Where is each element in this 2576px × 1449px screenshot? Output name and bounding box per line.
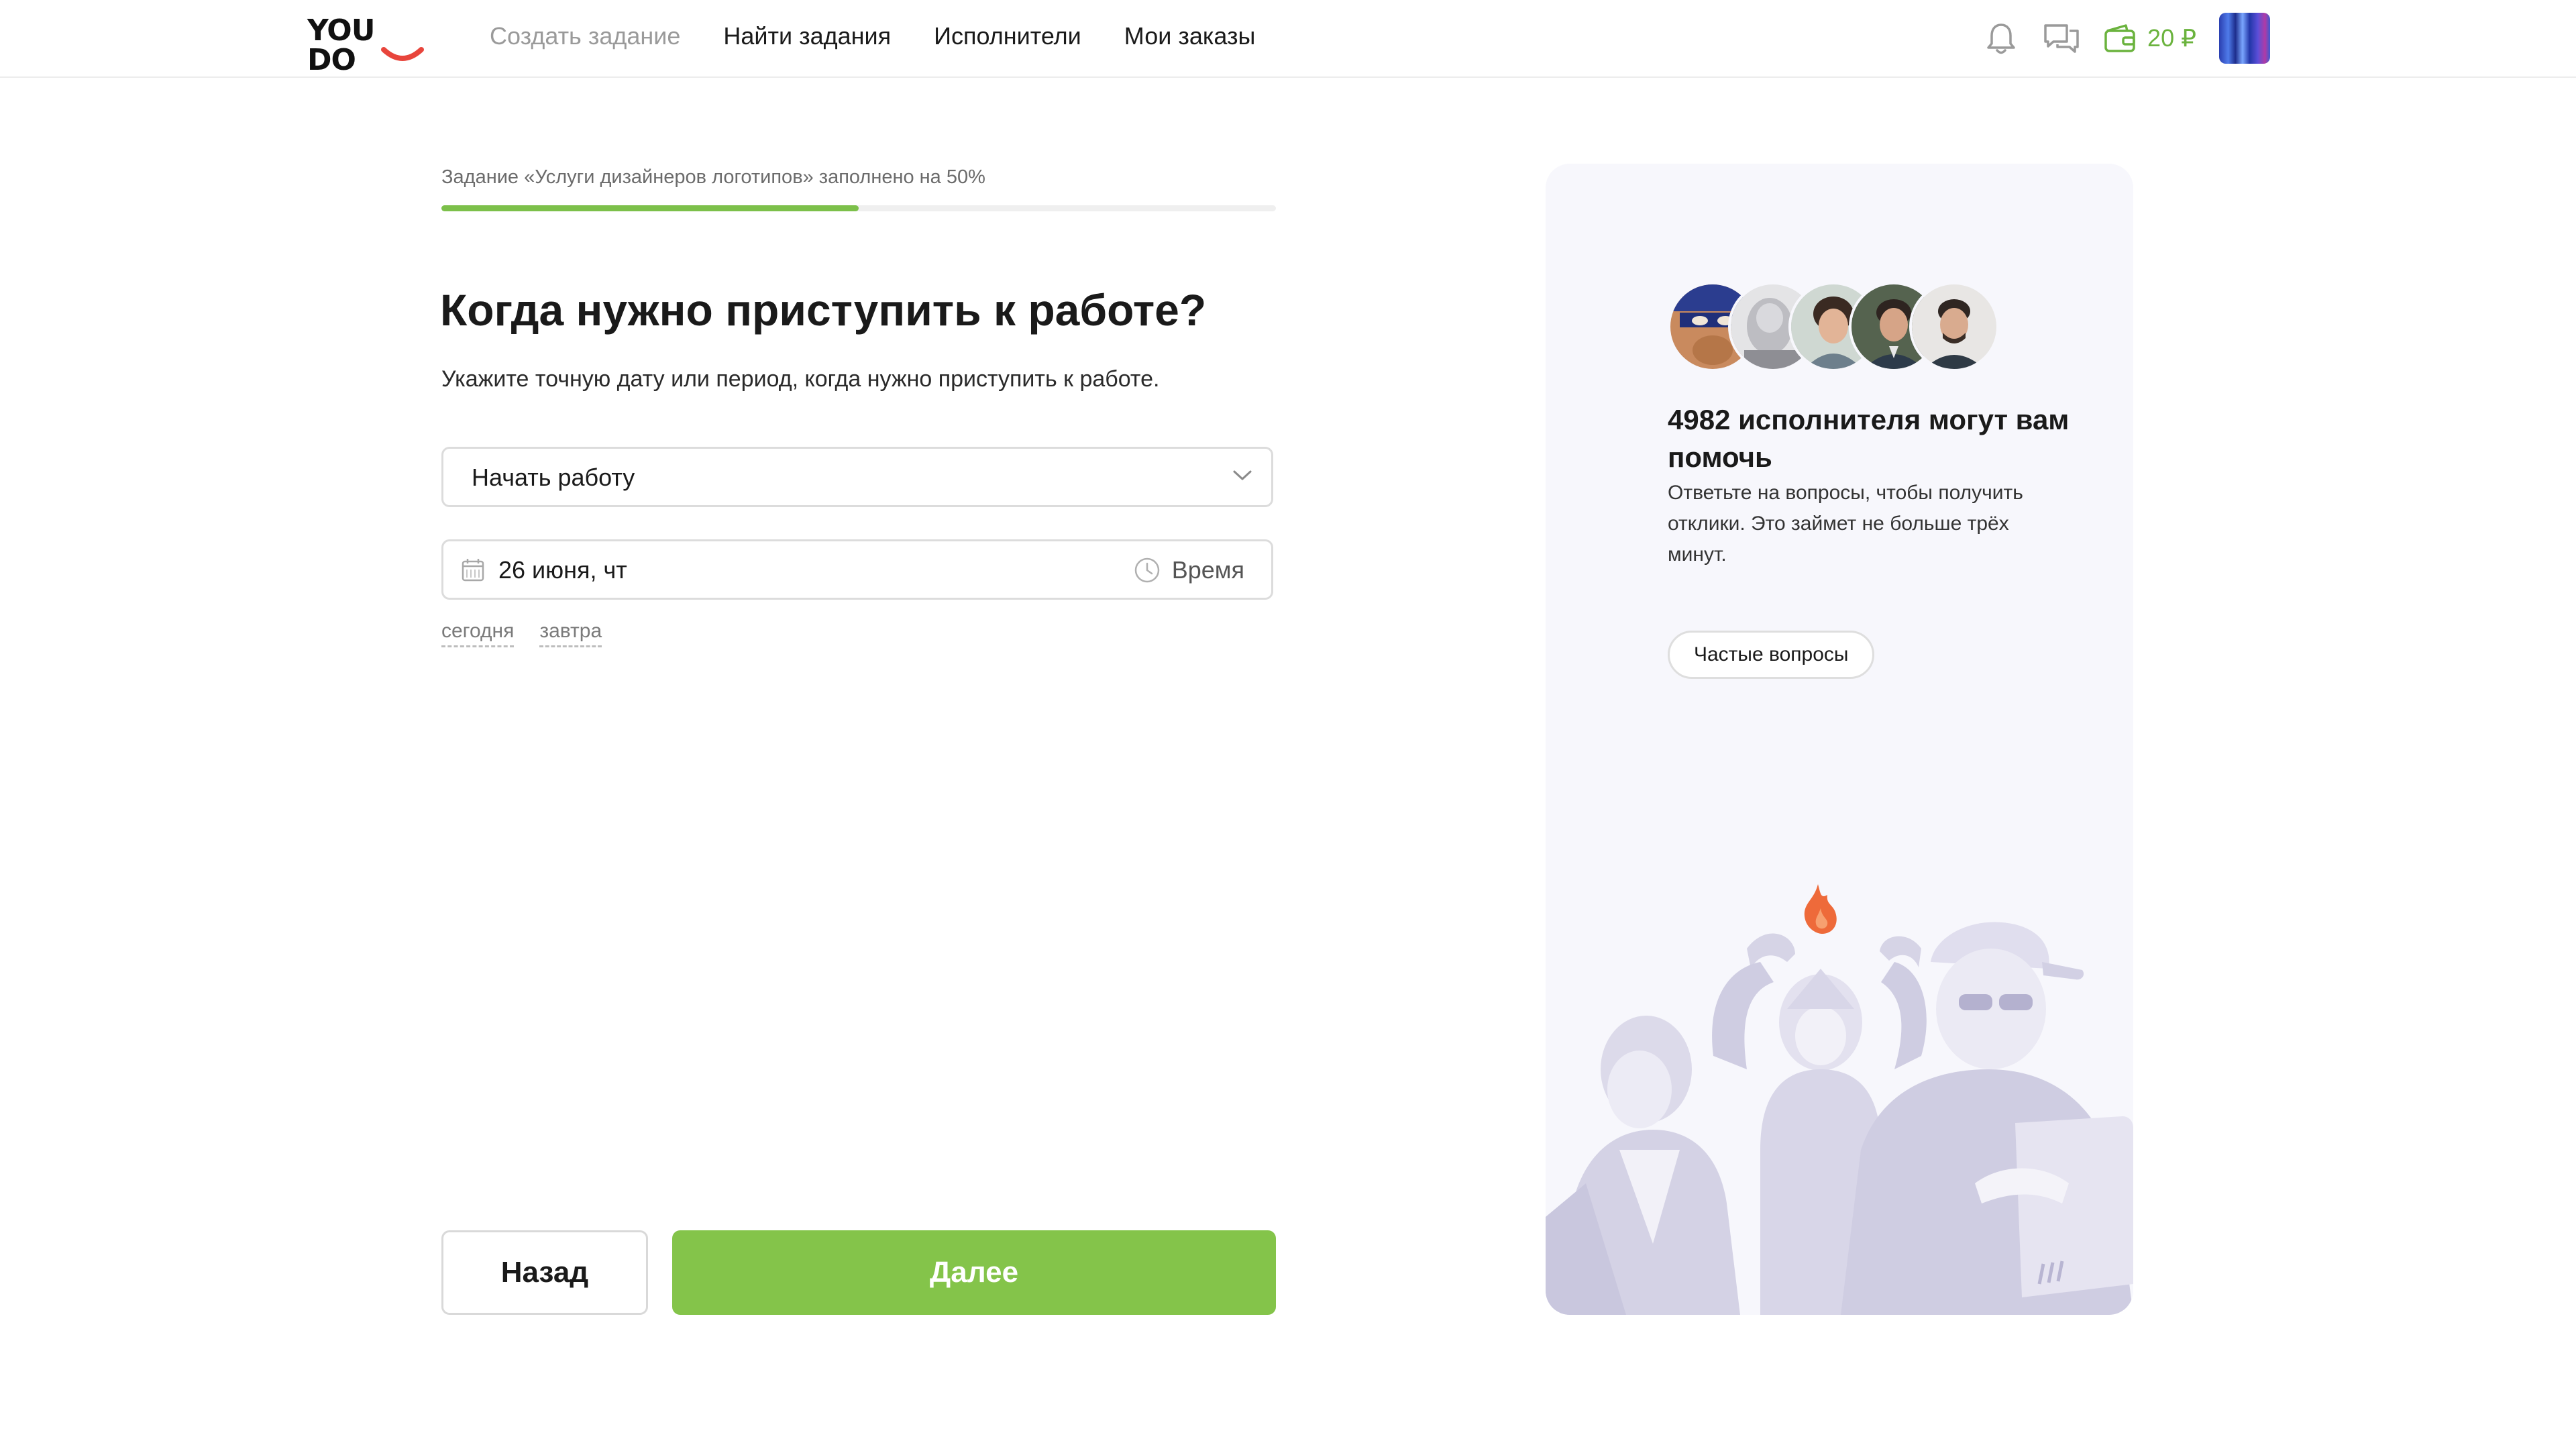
top-header: YOU DO Создать задание Найти задания Исп… (0, 0, 2576, 78)
nav-create-task[interactable]: Создать задание (490, 20, 680, 52)
start-work-select[interactable]: Начать работу (441, 447, 1273, 507)
logo-text: YOU DO (307, 13, 375, 77)
back-button[interactable]: Назад (441, 1230, 648, 1315)
quick-link-tomorrow[interactable]: завтра (539, 620, 602, 647)
logo-smile-icon (381, 47, 424, 61)
chat-icon[interactable] (2043, 19, 2080, 57)
progress-bar (441, 205, 1276, 211)
start-work-value: Начать работу (472, 464, 635, 491)
performers-illustration (1546, 884, 2133, 1315)
page-title: Когда нужно приступить к работе? (440, 285, 1207, 335)
quick-date-links: сегодня завтра (441, 620, 602, 647)
main-nav: Создать задание Найти задания Исполнител… (490, 20, 1255, 52)
nav-find-tasks[interactable]: Найти задания (723, 20, 891, 52)
nav-my-orders[interactable]: Мои заказы (1124, 20, 1256, 52)
next-button[interactable]: Далее (672, 1230, 1276, 1315)
progress-fill (441, 205, 859, 211)
calendar-icon (462, 559, 484, 582)
wallet-balance[interactable]: 20 ₽ (2103, 23, 2196, 54)
info-panel: 4982 исполнителя могут вам помочь Ответь… (1546, 164, 2133, 1315)
quick-link-today[interactable]: сегодня (441, 620, 515, 647)
youdo-logo[interactable]: YOU DO (307, 16, 424, 75)
time-label: Время (1171, 556, 1244, 584)
header-actions: 20 ₽ (1982, 9, 2270, 67)
nav-performers[interactable]: Исполнители (934, 20, 1081, 52)
faq-button[interactable]: Частые вопросы (1668, 631, 1875, 679)
date-value: 26 июня, чт (498, 556, 627, 584)
bell-icon[interactable] (1982, 19, 2020, 57)
date-field[interactable]: 26 июня, чт Время (441, 539, 1273, 600)
panel-text: Ответьте на вопросы, чтобы получить откл… (1668, 482, 2023, 566)
clock-icon (1134, 557, 1159, 583)
chevron-down-icon (1233, 470, 1252, 480)
wallet-icon (2104, 24, 2135, 52)
page-subtitle: Укажите точную дату или период, когда ну… (441, 366, 1160, 392)
balance-amount: 20 ₽ (2147, 24, 2196, 52)
time-button[interactable]: Время (1133, 553, 1244, 587)
user-avatar[interactable] (2219, 13, 2270, 64)
progress-label: Задание «Услуги дизайнеров логотипов» за… (441, 166, 985, 188)
performer-avatar (1909, 282, 1999, 372)
panel-title: 4982 исполнителя могут вам помочь (1668, 404, 2070, 473)
